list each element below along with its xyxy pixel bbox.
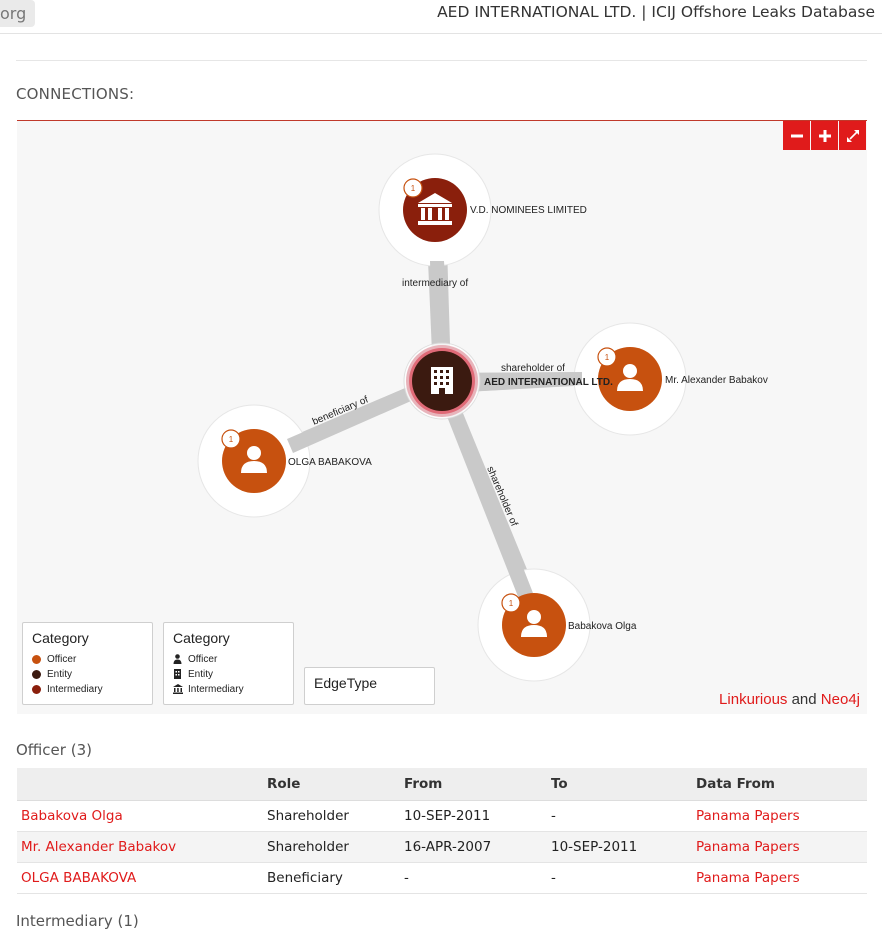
officer-role: Shareholder	[263, 831, 400, 863]
zoom-in-button[interactable]	[811, 121, 838, 150]
legend-title: EdgeType	[314, 675, 378, 691]
edge-label-alexander: shareholder of	[501, 363, 565, 374]
building-icon	[431, 367, 453, 394]
expand-icon	[846, 129, 859, 142]
legend-item-intermediary: Intermediary	[173, 684, 244, 695]
page-title: AED INTERNATIONAL LTD. | ICIJ Offshore L…	[437, 3, 875, 21]
column-header-from: From	[400, 768, 547, 801]
browser-tab-fragment[interactable]: org	[0, 0, 36, 27]
connections-graph[interactable]: intermediary of shareholder of beneficia…	[17, 120, 867, 714]
data-source-link[interactable]: Panama Papers	[696, 808, 800, 824]
node-alexander[interactable]: 1 Mr. Alexander Babakov	[597, 347, 768, 411]
officer-from: 16-APR-2007	[400, 831, 547, 863]
officer-to: -	[547, 862, 692, 894]
officers-table: Role From To Data From Babakova Olga Sha…	[17, 768, 867, 894]
bank-icon	[173, 684, 183, 695]
officer-to: -	[547, 800, 692, 832]
legend-item-intermediary: Intermediary	[32, 684, 103, 695]
legend-item-entity: Entity	[32, 669, 72, 680]
divider	[16, 60, 867, 61]
legend-category-icon: Category Officer Entity Intermediary	[163, 622, 294, 705]
table-row: Babakova Olga Shareholder 10-SEP-2011 - …	[17, 800, 867, 832]
officer-section-title: Officer (3)	[16, 741, 92, 759]
legend-title: Category	[32, 630, 89, 646]
column-header-to: To	[547, 768, 692, 801]
minus-icon	[790, 134, 803, 137]
legend-item-officer: Officer	[32, 654, 76, 665]
plus-icon	[818, 129, 831, 142]
linkurious-link[interactable]: Linkurious	[719, 691, 787, 708]
intermediary-section-title: Intermediary (1)	[16, 912, 139, 930]
officer-from: 10-SEP-2011	[400, 800, 547, 832]
officer-link[interactable]: Babakova Olga	[21, 808, 123, 824]
legend-category-color: Category Officer Entity Intermediary	[22, 622, 153, 705]
data-source-link[interactable]: Panama Papers	[696, 870, 800, 886]
fullscreen-button[interactable]	[839, 121, 866, 150]
graph-credit: Linkurious and Neo4j	[719, 691, 860, 708]
node-label-alexander: Mr. Alexander Babakov	[665, 375, 768, 386]
column-header-role: Role	[263, 768, 400, 801]
node-intermediary[interactable]: 1 V.D. NOMINEES LIMITED	[403, 178, 587, 242]
node-label-intermediary: V.D. NOMINEES LIMITED	[470, 205, 587, 216]
legend-edgetype: EdgeType	[304, 667, 435, 705]
connections-heading: CONNECTIONS:	[16, 85, 135, 103]
credit-and: and	[791, 691, 817, 708]
officer-role: Beneficiary	[263, 862, 400, 894]
top-bar: org AED INTERNATIONAL LTD. | ICIJ Offsho…	[0, 0, 882, 34]
node-label-olga: Babakova Olga	[568, 621, 637, 632]
legend-item-entity: Entity	[173, 669, 213, 680]
node-count-olga: 1	[509, 599, 514, 608]
node-label-olga-upper: OLGA BABAKOVA	[288, 457, 372, 468]
edge-label-intermediary: intermediary of	[402, 278, 468, 289]
table-row: Mr. Alexander Babakov Shareholder 16-APR…	[17, 831, 867, 863]
legend-title: Category	[173, 630, 230, 646]
legend-item-officer: Officer	[173, 654, 217, 665]
officer-role: Shareholder	[263, 800, 400, 832]
officer-link[interactable]: OLGA BABAKOVA	[21, 870, 136, 886]
data-source-link[interactable]: Panama Papers	[696, 839, 800, 855]
building-icon	[173, 669, 182, 680]
column-header-data-from: Data From	[692, 768, 867, 801]
person-icon	[173, 654, 182, 665]
officer-from: -	[400, 862, 547, 894]
node-count-alexander: 1	[605, 353, 610, 362]
officer-link[interactable]: Mr. Alexander Babakov	[21, 839, 176, 855]
column-header-name	[17, 768, 263, 801]
officer-to: 10-SEP-2011	[547, 831, 692, 863]
node-count-intermediary: 1	[411, 184, 416, 193]
zoom-out-button[interactable]	[783, 121, 810, 150]
node-label-center: AED INTERNATIONAL LTD.	[484, 377, 613, 388]
neo4j-link[interactable]: Neo4j	[821, 691, 860, 708]
node-count-olga-upper: 1	[229, 435, 234, 444]
table-row: OLGA BABAKOVA Beneficiary - - Panama Pap…	[17, 862, 867, 894]
table-header-row: Role From To Data From	[17, 768, 867, 801]
